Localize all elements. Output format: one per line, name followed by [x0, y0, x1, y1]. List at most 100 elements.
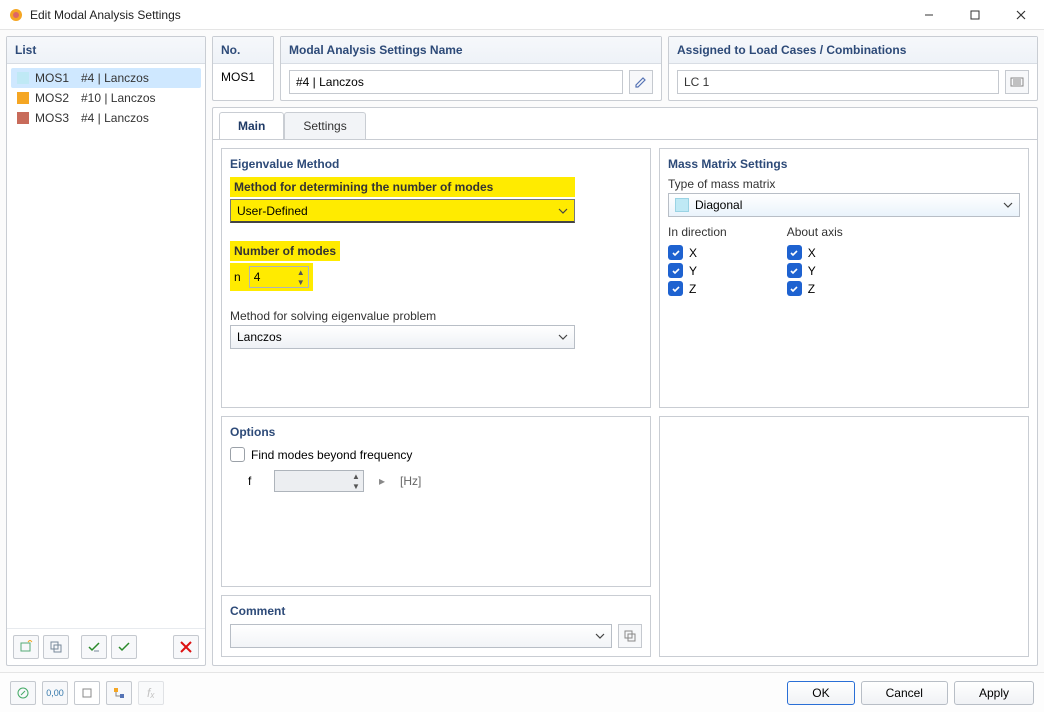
color-swatch — [17, 92, 29, 104]
maximize-button[interactable] — [952, 0, 998, 30]
direction-label: In direction — [668, 225, 727, 239]
no-card: No. MOS1 — [212, 36, 274, 101]
comment-title: Comment — [230, 604, 642, 618]
list-item-name: #4 | Lanczos — [81, 71, 149, 85]
assigned-browse-button[interactable] — [1005, 70, 1029, 94]
comment-section: Comment — [221, 595, 651, 657]
play-icon: ▸ — [374, 470, 390, 492]
axis-y: Y — [689, 264, 697, 278]
ok-button[interactable]: OK — [787, 681, 854, 705]
mass-type-label: Type of mass matrix — [668, 177, 1020, 191]
axis-z: Z — [808, 282, 815, 296]
comment-select[interactable] — [230, 624, 612, 648]
num-symbol: n — [234, 270, 241, 284]
list-item-name: #4 | Lanczos — [81, 111, 149, 125]
check-button[interactable] — [111, 635, 137, 659]
list-panel: List MOS1 #4 | Lanczos MOS2 #10 | Lanczo… — [6, 36, 206, 666]
find-modes-label: Find modes beyond frequency — [251, 448, 412, 462]
chevron-down-icon — [1003, 200, 1013, 210]
name-label: Modal Analysis Settings Name — [281, 37, 661, 64]
find-modes-checkbox[interactable] — [230, 447, 245, 462]
window-title: Edit Modal Analysis Settings — [30, 8, 181, 22]
axis-y-checkbox[interactable] — [787, 263, 802, 278]
axis-y: Y — [808, 264, 816, 278]
content-panel: Main Settings Eigenvalue Method Method f… — [212, 107, 1038, 666]
color-swatch — [675, 198, 689, 212]
comment-extra-button[interactable] — [618, 624, 642, 648]
function-button[interactable]: fₓ — [138, 681, 164, 705]
method-value: User-Defined — [237, 204, 308, 218]
f-unit: [Hz] — [400, 474, 421, 488]
solver-value: Lanczos — [237, 330, 282, 344]
dir-x-checkbox[interactable] — [668, 245, 683, 260]
help-button[interactable] — [10, 681, 36, 705]
no-label: No. — [213, 37, 273, 64]
units-button[interactable]: 0,00 — [42, 681, 68, 705]
minimize-button[interactable] — [906, 0, 952, 30]
num-input[interactable] — [250, 270, 286, 284]
tab-settings[interactable]: Settings — [284, 112, 365, 139]
method-select[interactable]: User-Defined — [230, 199, 575, 223]
options-section: Options Find modes beyond frequency f ▲▼ — [221, 416, 651, 587]
apply-button[interactable]: Apply — [954, 681, 1034, 705]
list-item-name: #10 | Lanczos — [81, 91, 156, 105]
mass-type-select[interactable]: Diagonal — [668, 193, 1020, 217]
list-item[interactable]: MOS3 #4 | Lanczos — [11, 108, 201, 128]
solver-select[interactable]: Lanczos — [230, 325, 575, 349]
chevron-down-icon — [558, 206, 568, 216]
close-button[interactable] — [998, 0, 1044, 30]
axis-label: About axis — [787, 225, 843, 239]
cancel-button[interactable]: Cancel — [861, 681, 948, 705]
num-label: Number of modes — [230, 241, 340, 261]
list-toolbar — [7, 628, 205, 665]
name-input[interactable] — [289, 70, 623, 94]
no-value: MOS1 — [213, 64, 273, 90]
tree-button[interactable] — [106, 681, 132, 705]
assigned-label: Assigned to Load Cases / Combinations — [669, 37, 1037, 64]
f-input — [275, 474, 311, 488]
dir-z-checkbox[interactable] — [668, 281, 683, 296]
solver-label: Method for solving eigenvalue problem — [230, 309, 642, 323]
chevron-down-icon — [558, 332, 568, 342]
view-button[interactable] — [74, 681, 100, 705]
color-swatch — [17, 72, 29, 84]
mass-type-value: Diagonal — [695, 198, 742, 212]
footer: 0,00 fₓ OK Cancel Apply — [0, 672, 1044, 712]
new-item-button[interactable] — [13, 635, 39, 659]
list-header: List — [7, 37, 205, 64]
list-item[interactable]: MOS2 #10 | Lanczos — [11, 88, 201, 108]
check-all-button[interactable] — [81, 635, 107, 659]
spin-down[interactable]: ▼ — [294, 277, 308, 287]
list-items: MOS1 #4 | Lanczos MOS2 #10 | Lanczos MOS… — [7, 64, 205, 628]
method-label: Method for determining the number of mod… — [230, 177, 575, 197]
list-item-id: MOS3 — [35, 111, 75, 125]
f-spinner: ▲▼ — [274, 470, 364, 492]
dir-y-checkbox[interactable] — [668, 263, 683, 278]
empty-panel — [659, 416, 1029, 657]
mass-title: Mass Matrix Settings — [668, 157, 1020, 171]
spin-up[interactable]: ▲ — [294, 267, 308, 277]
axis-x: X — [808, 246, 816, 260]
options-title: Options — [230, 425, 642, 439]
edit-name-button[interactable] — [629, 70, 653, 94]
axis-x: X — [689, 246, 697, 260]
app-icon — [8, 7, 24, 23]
axis-x-checkbox[interactable] — [787, 245, 802, 260]
list-item-id: MOS2 — [35, 91, 75, 105]
copy-item-button[interactable] — [43, 635, 69, 659]
color-swatch — [17, 112, 29, 124]
list-item[interactable]: MOS1 #4 | Lanczos — [11, 68, 201, 88]
tab-main[interactable]: Main — [219, 112, 284, 139]
name-card: Modal Analysis Settings Name — [280, 36, 662, 101]
list-item-id: MOS1 — [35, 71, 75, 85]
titlebar: Edit Modal Analysis Settings — [0, 0, 1044, 30]
assigned-input[interactable] — [677, 70, 999, 94]
assigned-card: Assigned to Load Cases / Combinations — [668, 36, 1038, 101]
eigenvalue-section: Eigenvalue Method Method for determining… — [221, 148, 651, 408]
num-spinner[interactable]: ▲▼ — [249, 266, 309, 288]
eigenvalue-title: Eigenvalue Method — [230, 157, 642, 171]
f-symbol: f — [248, 474, 264, 488]
axis-z-checkbox[interactable] — [787, 281, 802, 296]
axis-z: Z — [689, 282, 696, 296]
delete-button[interactable] — [173, 635, 199, 659]
